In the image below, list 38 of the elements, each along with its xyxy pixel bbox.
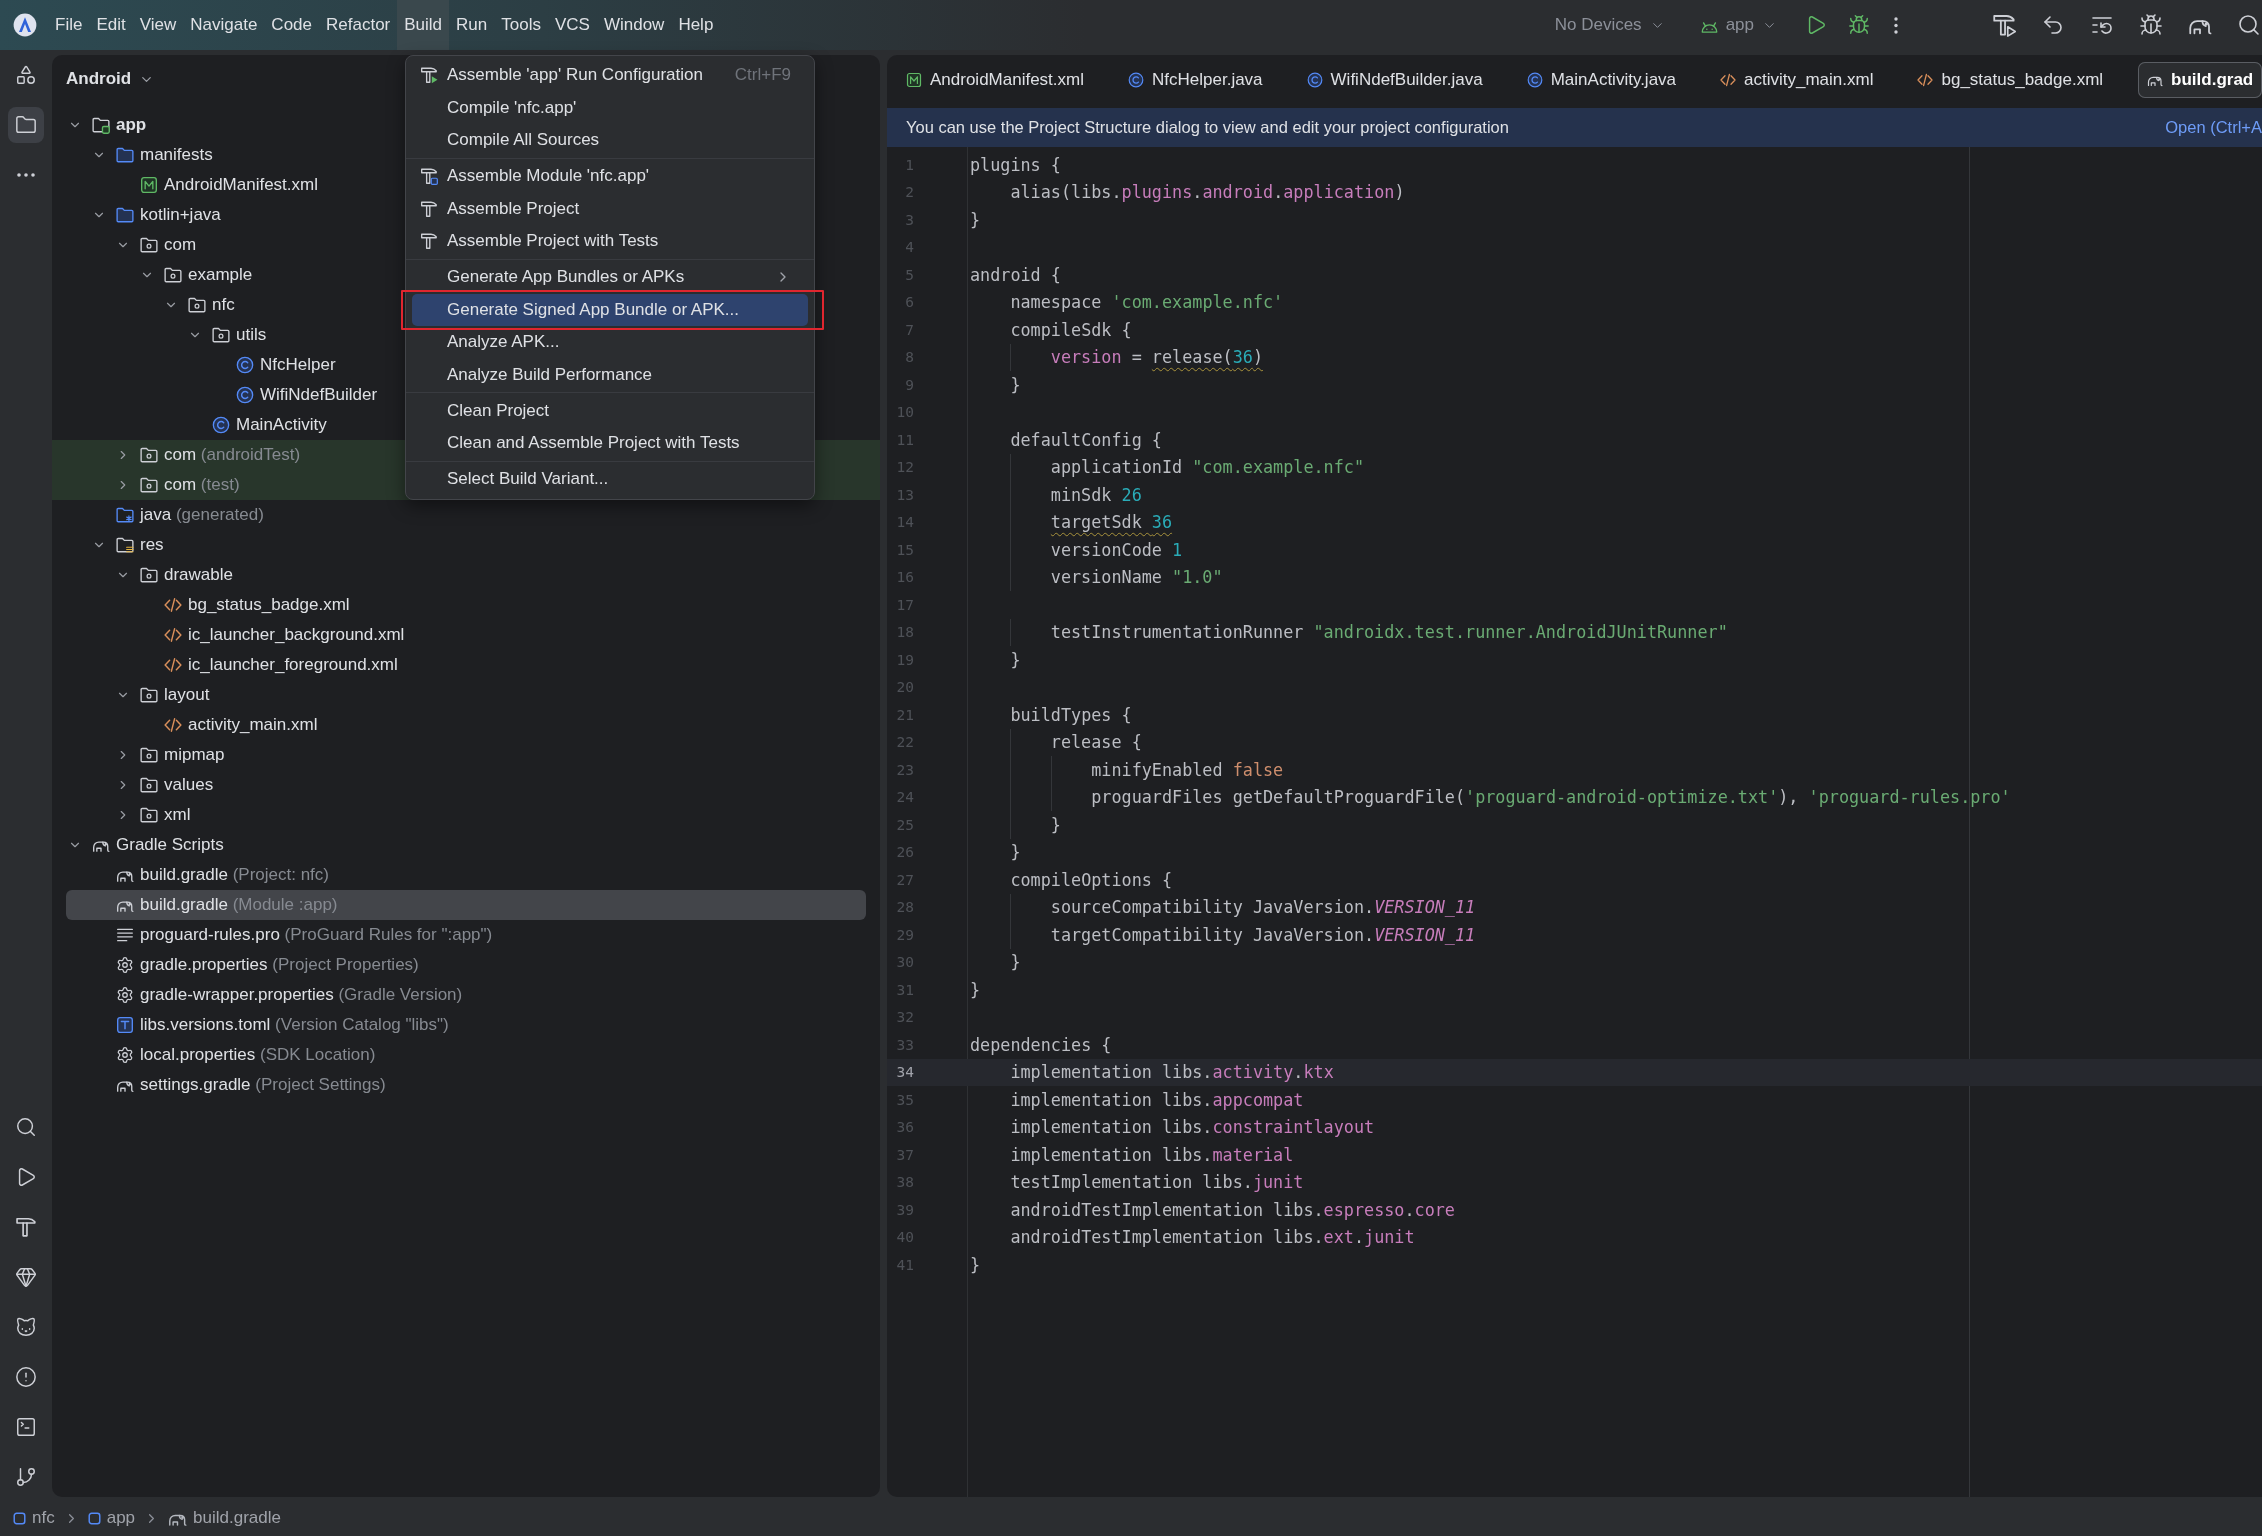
code-line: implementation libs.constraintlayout [1010, 1116, 1375, 1139]
banner-text: You can use the Project Structure dialog to view and edit your project configuration [906, 118, 1509, 137]
code-line: minSdk 26 [1050, 483, 1142, 506]
code-line: compileSdk { [1010, 318, 1132, 341]
code-line: } [970, 978, 981, 1001]
code-line: android { [970, 263, 1061, 286]
code-line: } [1010, 373, 1021, 396]
code-line: alias(libs.plugins.android.application) [1010, 181, 1405, 204]
code-line: versionCode 1 [1050, 538, 1183, 561]
code-line: implementation libs.material [1010, 1143, 1294, 1166]
line-number: 34 [895, 1064, 914, 1081]
code-line: targetSdk 36 [1050, 511, 1173, 534]
code-line: testInstrumentationRunner "androidx.test.runner.AndroidJUnitRunner" [1050, 621, 1728, 644]
code-line: testImplementation libs.junit [1010, 1171, 1304, 1194]
code-line: } [1050, 813, 1061, 836]
code-line: proguardFiles getDefaultProguardFile('proguard-android-optimize.txt'), 'proguard-rules.pro' [1091, 786, 2011, 809]
code-line: implementation libs.appcompat [1010, 1088, 1304, 1111]
code-line: minifyEnabled false [1091, 758, 1284, 781]
code-line: versionName "1.0" [1050, 566, 1223, 589]
code-line: sourceCompatibility JavaVersion.VERSION_11 [1050, 896, 1476, 919]
code-line: } [970, 1253, 981, 1276]
code-line: targetCompatibility JavaVersion.VERSION_11 [1050, 923, 1476, 946]
code-line: } [1010, 951, 1021, 974]
code-line: version = release(36) [1050, 346, 1263, 369]
code-line: applicationId "com.example.nfc" [1050, 456, 1365, 479]
code-line: compileOptions { [1010, 868, 1173, 891]
code-line: } [970, 208, 981, 231]
code-line: androidTestImplementation libs.ext.junit [1010, 1226, 1415, 1249]
code-line: dependencies { [970, 1033, 1112, 1056]
code-line: plugins { [970, 153, 1061, 176]
code-line: namespace 'com.example.nfc' [1010, 291, 1284, 314]
code-line: buildTypes { [1010, 703, 1132, 726]
code-line: release { [1050, 731, 1142, 754]
code-line: } [1010, 648, 1021, 671]
code-line: defaultConfig { [1010, 428, 1162, 451]
code-line: androidTestImplementation libs.espresso.core [1010, 1198, 1455, 1221]
code-line: implementation libs.activity.ktx [1010, 1061, 1334, 1084]
code-line: } [1010, 841, 1021, 864]
